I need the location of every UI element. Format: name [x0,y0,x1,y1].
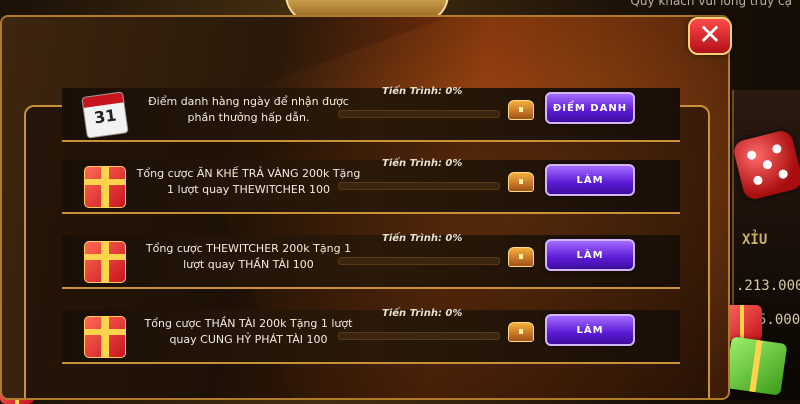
notice-text: Quý khách vui lòng truy cậ [630,0,792,8]
chest-icon [508,247,534,267]
do-task-button[interactable]: LÀM [545,164,635,196]
task-description: Tổng cược THẦN TÀI 200k Tặng 1 lượt quay… [144,317,353,346]
close-button[interactable]: ✕ [688,17,732,55]
bet-amount: .213.000 [736,278,800,294]
gift-icon [84,166,126,208]
chest-icon [508,322,534,342]
do-task-button[interactable]: LÀM [545,239,635,271]
task-row: Tổng cược ĂN KHẾ TRẢ VÀNG 200k Tặng 1 lư… [62,158,680,214]
progress-bar [338,182,500,190]
task-row: Tổng cược THẦN TÀI 200k Tặng 1 lượt quay… [62,308,680,364]
task-description: Tổng cược THEWITCHER 200k Tặng 1 lượt qu… [145,242,352,271]
gift-icon [84,316,126,358]
calendar-icon: 31 [81,91,129,139]
chest-icon [508,100,534,120]
progress-bar [338,110,500,118]
progress-bar [338,332,500,340]
progress-label: Tiến Trình: 0% [382,158,463,169]
xiu-label: XỈU [742,232,768,248]
task-description: Tổng cược ĂN KHẾ TRẢ VÀNG 200k Tặng 1 lư… [136,167,361,196]
progress-label: Tiến Trình: 0% [382,308,463,319]
check-in-button[interactable]: ĐIỂM DANH [545,92,635,124]
progress-label: Tiến Trình: 0% [382,86,463,97]
do-task-button[interactable]: LÀM [545,314,635,346]
bet-amount-2: 5.000 [758,312,800,328]
task-row: 31 Điểm danh hàng ngày để nhận được phần… [62,86,680,142]
chest-icon [508,172,534,192]
progress-label: Tiến Trình: 0% [382,233,463,244]
task-description: Điểm danh hàng ngày để nhận được phần th… [148,95,349,124]
gift-icon [84,241,126,283]
gift-decoration-icon [724,336,788,396]
task-row: Tổng cược THEWITCHER 200k Tặng 1 lượt qu… [62,233,680,289]
progress-bar [338,257,500,265]
